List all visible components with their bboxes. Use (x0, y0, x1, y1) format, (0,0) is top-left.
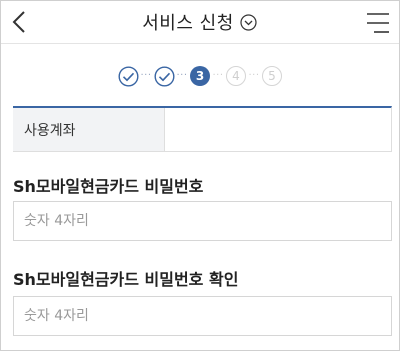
chevron-down-circle-icon (240, 13, 257, 31)
password-confirm-label: Sh모바일현금카드 비밀번호 확인 (13, 270, 239, 289)
menu-button[interactable] (365, 10, 391, 36)
account-value[interactable] (165, 108, 391, 151)
step-connector: ··· (212, 70, 224, 81)
password-confirm-input[interactable] (13, 296, 392, 336)
step-number: 3 (190, 66, 210, 86)
header-bar: 서비스 신청 (1, 1, 399, 44)
title-dropdown-button[interactable] (240, 13, 258, 31)
step-connector: ··· (248, 70, 260, 81)
title-group: 서비스 신청 (1, 1, 399, 43)
step-number: 4 (226, 66, 246, 86)
step-indicator: ··· ··· 3 ··· 4 ··· 5 (1, 64, 399, 88)
password-input[interactable] (13, 201, 392, 241)
step-5-pending: 5 (261, 65, 283, 87)
step-connector: ··· (140, 70, 152, 81)
check-circle-icon (117, 65, 139, 87)
app-frame: 서비스 신청 ··· ··· 3 ··· 4 ··· 5 사용계좌 Sh모바일현… (0, 0, 400, 351)
chevron-left-icon (12, 11, 25, 33)
step-number: 5 (262, 66, 282, 86)
hamburger-menu-icon (367, 13, 389, 33)
back-button[interactable] (7, 8, 31, 36)
account-row: 사용계좌 (13, 106, 392, 152)
password-label: Sh모바일현금카드 비밀번호 (13, 177, 204, 196)
account-label: 사용계좌 (13, 108, 165, 151)
step-4-pending: 4 (225, 65, 247, 87)
check-circle-icon (153, 65, 175, 87)
step-2-complete (153, 65, 175, 87)
step-1-complete (117, 65, 139, 87)
page-title[interactable]: 서비스 신청 (142, 9, 234, 35)
step-3-current: 3 (189, 65, 211, 87)
step-connector: ··· (176, 70, 188, 81)
